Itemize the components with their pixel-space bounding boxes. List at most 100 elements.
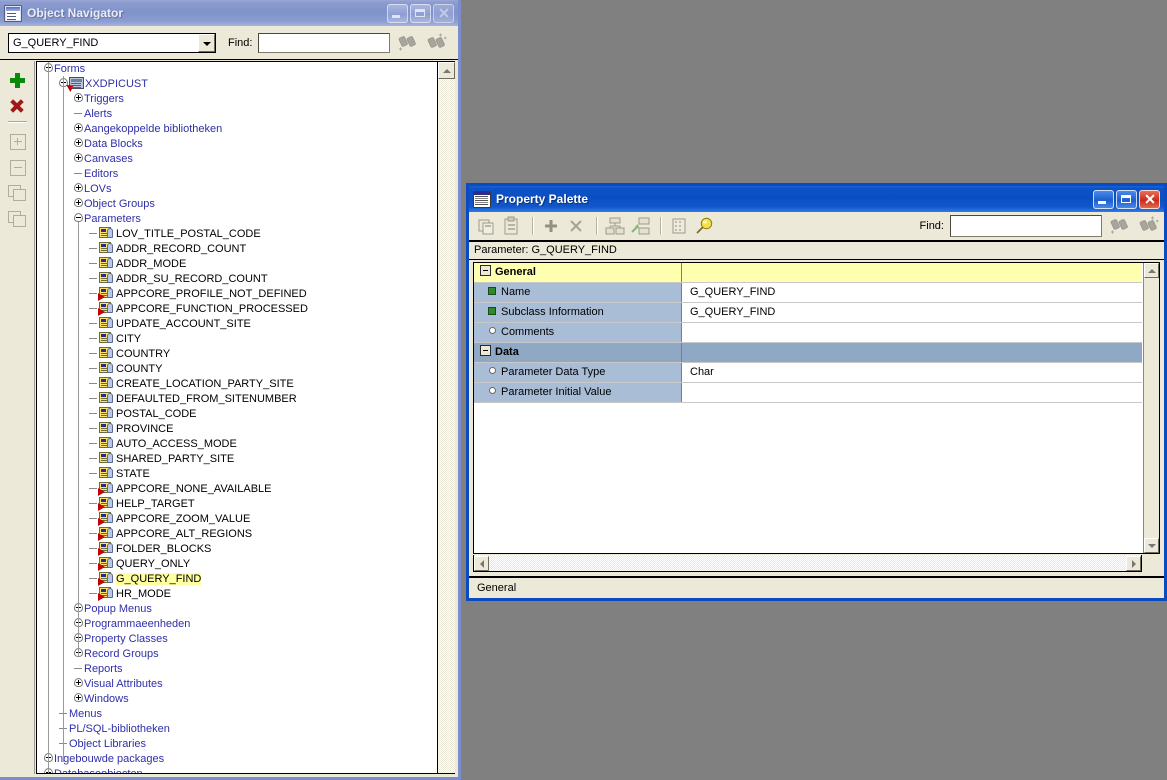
- property-palette-titlebar[interactable]: Property Palette: [469, 186, 1164, 212]
- tree-item[interactable]: G_QUERY_FIND: [37, 572, 436, 587]
- maximize-button[interactable]: [410, 4, 431, 23]
- object-navigator-titlebar[interactable]: Object Navigator: [0, 0, 458, 26]
- tree-item[interactable]: Popup Menus: [37, 602, 436, 617]
- paste-icon[interactable]: [501, 215, 523, 237]
- property-value-cell[interactable]: G_QUERY_FIND: [682, 303, 1142, 322]
- tree-item[interactable]: Editors: [37, 167, 436, 182]
- expand-button[interactable]: [5, 130, 30, 152]
- tree-item[interactable]: Triggers: [37, 92, 436, 107]
- tree-item[interactable]: POSTAL_CODE: [37, 407, 436, 422]
- tree-item[interactable]: Windows: [37, 692, 436, 707]
- tree-item[interactable]: ADDR_SU_RECORD_COUNT: [37, 272, 436, 287]
- property-section-row[interactable]: General: [474, 263, 1142, 283]
- property-grid-vertical-scrollbar[interactable]: [1143, 263, 1159, 553]
- tree-item[interactable]: APPCORE_ZOOM_VALUE: [37, 512, 436, 527]
- x-icon[interactable]: [565, 215, 587, 237]
- plus-icon[interactable]: [540, 215, 562, 237]
- tree-item[interactable]: PL/SQL-bibliotheken: [37, 722, 436, 737]
- delete-button[interactable]: [5, 95, 30, 117]
- property-row[interactable]: Comments: [474, 323, 1142, 343]
- property-value-cell[interactable]: [682, 383, 1142, 402]
- expand-toggle-icon[interactable]: [73, 183, 84, 194]
- property-name-cell[interactable]: Parameter Initial Value: [474, 383, 682, 402]
- scroll-up-button[interactable]: [438, 62, 455, 79]
- tree-item[interactable]: ADDR_RECORD_COUNT: [37, 242, 436, 257]
- intersection-list-icon[interactable]: [629, 215, 651, 237]
- tree-item[interactable]: Visual Attributes: [37, 677, 436, 692]
- tree-item[interactable]: LOVs: [37, 182, 436, 197]
- collapse-all-button[interactable]: [5, 208, 30, 230]
- tree-item[interactable]: Parameters: [37, 212, 436, 227]
- object-selector-combo[interactable]: G_QUERY_FIND: [8, 33, 216, 53]
- expand-toggle-icon[interactable]: [73, 198, 84, 209]
- tree-item[interactable]: HELP_TARGET: [37, 497, 436, 512]
- tree-item[interactable]: Property Classes: [37, 632, 436, 647]
- tree-item[interactable]: Data Blocks: [37, 137, 436, 152]
- scroll-down-button[interactable]: [1144, 538, 1159, 553]
- property-name-cell[interactable]: General: [474, 263, 682, 282]
- expand-toggle-icon[interactable]: [73, 153, 84, 164]
- binoculars-forward-icon[interactable]: [1109, 216, 1131, 236]
- tree-item[interactable]: Alerts: [37, 107, 436, 122]
- expand-toggle-icon[interactable]: [73, 138, 84, 149]
- close-button[interactable]: [433, 4, 454, 23]
- tree-item[interactable]: UPDATE_ACCOUNT_SITE: [37, 317, 436, 332]
- tree-item[interactable]: CITY: [37, 332, 436, 347]
- tree-item[interactable]: AUTO_ACCESS_MODE: [37, 437, 436, 452]
- tree-item[interactable]: XXDPICUST: [37, 77, 436, 92]
- tree-item[interactable]: Object Libraries: [37, 737, 436, 752]
- tree-item[interactable]: FOLDER_BLOCKS: [37, 542, 436, 557]
- tree-item[interactable]: CREATE_LOCATION_PARTY_SITE: [37, 377, 436, 392]
- tree-item[interactable]: STATE: [37, 467, 436, 482]
- property-name-cell[interactable]: Parameter Data Type: [474, 363, 682, 382]
- tree-item[interactable]: Aangekoppelde bibliotheken: [37, 122, 436, 137]
- tree-item[interactable]: PROVINCE: [37, 422, 436, 437]
- tree-item[interactable]: APPCORE_NONE_AVAILABLE: [37, 482, 436, 497]
- tree-item[interactable]: COUNTRY: [37, 347, 436, 362]
- find-input[interactable]: [258, 33, 390, 53]
- tree-item[interactable]: APPCORE_FUNCTION_PROCESSED: [37, 302, 436, 317]
- object-tree[interactable]: FormsXXDPICUSTTriggersAlertsAangekoppeld…: [37, 62, 436, 773]
- property-name-cell[interactable]: Comments: [474, 323, 682, 342]
- tree-item[interactable]: Forms: [37, 62, 436, 77]
- object-navigator-window[interactable]: Object Navigator G_QUERY_FIND Find:: [0, 0, 461, 780]
- scroll-up-button[interactable]: [1144, 263, 1159, 278]
- expand-all-button[interactable]: [5, 182, 30, 204]
- property-value-cell[interactable]: Char: [682, 363, 1142, 382]
- tree-item[interactable]: Record Groups: [37, 647, 436, 662]
- binoculars-forward-icon[interactable]: [397, 33, 419, 53]
- tree-item[interactable]: Menus: [37, 707, 436, 722]
- tree-vertical-scrollbar[interactable]: [437, 62, 455, 773]
- minimize-button[interactable]: [1093, 190, 1114, 209]
- pushpin-icon[interactable]: [693, 215, 715, 237]
- property-row[interactable]: Subclass InformationG_QUERY_FIND: [474, 303, 1142, 323]
- expand-toggle-icon[interactable]: [73, 123, 84, 134]
- property-section-row[interactable]: Data: [474, 343, 1142, 363]
- find-input[interactable]: [950, 215, 1102, 237]
- minimize-button[interactable]: [387, 4, 408, 23]
- copy-icon[interactable]: [476, 215, 498, 237]
- property-palette-window[interactable]: Property Palette: [466, 183, 1167, 601]
- property-grid[interactable]: GeneralNameG_QUERY_FINDSubclass Informat…: [474, 263, 1142, 553]
- property-row[interactable]: Parameter Data TypeChar: [474, 363, 1142, 383]
- property-name-cell[interactable]: Name: [474, 283, 682, 302]
- property-row[interactable]: Parameter Initial Value: [474, 383, 1142, 403]
- tree-item[interactable]: Canvases: [37, 152, 436, 167]
- tree-item[interactable]: Programmaeenheden: [37, 617, 436, 632]
- tree-item[interactable]: Reports: [37, 662, 436, 677]
- property-name-cell[interactable]: Subclass Information: [474, 303, 682, 322]
- tree-item[interactable]: COUNTY: [37, 362, 436, 377]
- create-button[interactable]: [5, 69, 30, 91]
- tree-item[interactable]: HR_MODE: [37, 587, 436, 602]
- tree-item[interactable]: ADDR_MODE: [37, 257, 436, 272]
- collapse-section-icon[interactable]: [480, 265, 491, 276]
- tree-item[interactable]: Object Groups: [37, 197, 436, 212]
- tree-item[interactable]: APPCORE_ALT_REGIONS: [37, 527, 436, 542]
- property-grid-horizontal-scrollbar[interactable]: [473, 555, 1142, 572]
- expand-toggle-icon[interactable]: [73, 678, 84, 689]
- close-button[interactable]: [1139, 190, 1160, 209]
- tree-item[interactable]: APPCORE_PROFILE_NOT_DEFINED: [37, 287, 436, 302]
- collapse-button[interactable]: [5, 156, 30, 178]
- scroll-left-button[interactable]: [474, 556, 489, 571]
- maximize-button[interactable]: [1116, 190, 1137, 209]
